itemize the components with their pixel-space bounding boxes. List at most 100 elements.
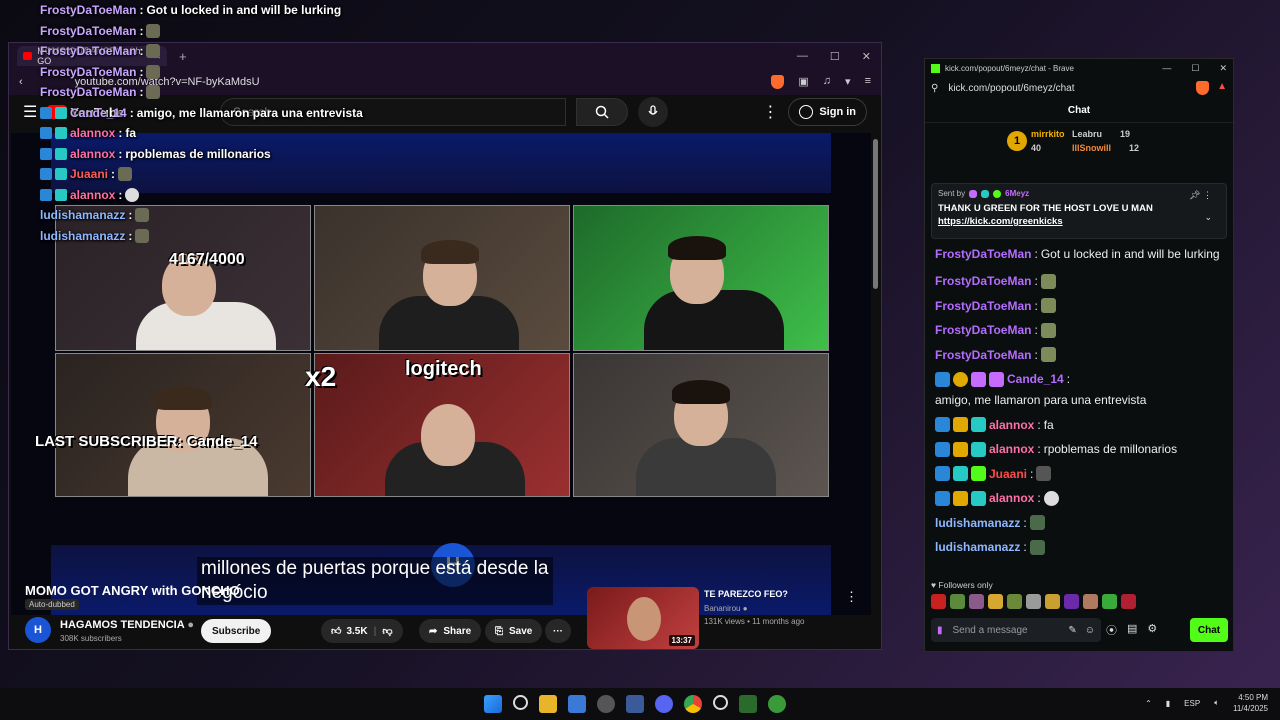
- chat-message-input[interactable]: ▮ Send a message ✎ ☺: [931, 618, 1101, 642]
- search-icon[interactable]: [513, 695, 528, 710]
- chrome-icon[interactable]: [684, 695, 702, 713]
- chevron-down-icon[interactable]: ⌄: [1204, 212, 1212, 223]
- maximize-icon[interactable]: ☐: [1191, 63, 1199, 74]
- chat-username[interactable]: Cande_14: [1007, 370, 1064, 388]
- microphone-icon[interactable]: ▮: [937, 625, 943, 636]
- pinned-sender-name[interactable]: 6Meyz: [1005, 189, 1029, 198]
- minimize-icon[interactable]: —: [797, 50, 808, 63]
- chat-message: alannox: rpoblemas de millonarios: [935, 440, 1227, 458]
- emote-icon[interactable]: [1007, 594, 1022, 609]
- recommended-thumbnail[interactable]: 13:37: [587, 587, 699, 649]
- xbox-icon[interactable]: [768, 695, 786, 713]
- gift-icon[interactable]: ▤: [1127, 622, 1137, 638]
- reader-icon[interactable]: ▣: [798, 75, 808, 89]
- minimize-icon[interactable]: —: [1162, 63, 1171, 74]
- emote-icon[interactable]: [1083, 594, 1098, 609]
- translate-icon[interactable]: ✎: [1068, 625, 1076, 636]
- chat-username[interactable]: FrostyDaToeMan: [935, 321, 1031, 339]
- chat-username[interactable]: alannox: [989, 440, 1034, 458]
- like-button[interactable]: 👍︎ 3.5K: [331, 625, 368, 638]
- chat-username[interactable]: ludishamanazz: [935, 538, 1020, 556]
- pin-icon[interactable]: 📌︎ ⋮: [1189, 190, 1212, 201]
- more-options-icon[interactable]: ⋮: [762, 102, 778, 122]
- maximize-icon[interactable]: ☐: [830, 50, 840, 63]
- sign-in-label: Sign in: [819, 106, 856, 118]
- share-button[interactable]: ➦ Share: [419, 619, 482, 643]
- auto-dubbed-badge: Auto-dubbed: [25, 599, 79, 610]
- back-icon[interactable]: ‹: [19, 76, 23, 88]
- show-hidden-icons-icon[interactable]: ⌃: [1145, 699, 1152, 708]
- hamburger-menu-icon[interactable]: ☰: [23, 102, 37, 122]
- badge-icon: [40, 147, 52, 160]
- store-icon[interactable]: [568, 695, 586, 713]
- overlay-sep: :: [139, 64, 144, 79]
- obs-icon[interactable]: [713, 695, 728, 710]
- recommended-channel[interactable]: Bananirou ●: [704, 604, 748, 613]
- app-icon[interactable]: [597, 695, 615, 713]
- url-text[interactable]: kick.com/popout/6meyz/chat: [948, 83, 1074, 94]
- close-icon[interactable]: ✕: [862, 50, 871, 63]
- file-explorer-icon[interactable]: [539, 695, 557, 713]
- page-scrollbar[interactable]: [873, 133, 878, 643]
- rewards-icon[interactable]: ▲: [1217, 81, 1227, 95]
- emote-icon[interactable]: [1121, 594, 1136, 609]
- discord-icon[interactable]: [655, 695, 673, 713]
- channel-name[interactable]: HAGAMOS TENDENCIA ●: [60, 619, 194, 631]
- microphone-icon[interactable]: ▮: [1166, 699, 1170, 708]
- chat-username[interactable]: FrostyDaToeMan: [935, 245, 1031, 263]
- extension-icon[interactable]: ▾: [845, 75, 851, 89]
- sign-in-button[interactable]: Sign in: [788, 98, 867, 126]
- emote-icon[interactable]: [1102, 594, 1117, 609]
- overlay-sep: :: [128, 228, 133, 243]
- leader-first-name[interactable]: mirrkito: [1031, 129, 1065, 139]
- chat-username[interactable]: ludishamanazz: [935, 514, 1020, 532]
- site-info-icon[interactable]: ⚲: [931, 83, 938, 94]
- emote-icon[interactable]: [969, 594, 984, 609]
- chat-username[interactable]: FrostyDaToeMan: [935, 297, 1031, 315]
- leader-second[interactable]: Leabru 19: [1072, 129, 1130, 139]
- more-actions-button[interactable]: ···: [545, 619, 571, 643]
- emote-icon[interactable]: [1026, 594, 1041, 609]
- scrollbar-thumb[interactable]: [873, 139, 878, 289]
- pinned-link[interactable]: https://kick.com/greenkicks: [938, 216, 1220, 227]
- settings-gear-icon[interactable]: ⚙: [1147, 622, 1157, 638]
- emote-icon[interactable]: [988, 594, 1003, 609]
- clock[interactable]: 4:50 PM 11/4/2025: [1233, 692, 1268, 714]
- chat-username[interactable]: alannox: [989, 416, 1034, 434]
- menu-icon[interactable]: ≡: [865, 75, 871, 89]
- search-button[interactable]: [576, 98, 629, 126]
- app-icon[interactable]: [626, 695, 644, 713]
- chat-username[interactable]: Juaani: [989, 465, 1027, 483]
- language-indicator[interactable]: ESP: [1184, 699, 1200, 708]
- pinned-message[interactable]: Sent by 6Meyz THANK U GREEN FOR THE HOST…: [931, 183, 1227, 239]
- emote-icon[interactable]: [1064, 594, 1079, 609]
- subscribe-button[interactable]: Subscribe: [201, 619, 272, 643]
- chat-username[interactable]: FrostyDaToeMan: [935, 346, 1031, 364]
- chat-username[interactable]: alannox: [989, 489, 1034, 507]
- recommended-menu-icon[interactable]: ⋮: [845, 589, 858, 605]
- channel-avatar[interactable]: H: [25, 617, 51, 643]
- emote-icon: [1040, 298, 1056, 313]
- send-chat-button[interactable]: Chat: [1190, 618, 1228, 642]
- leader-third[interactable]: IllSnowill 12: [1072, 143, 1139, 153]
- start-icon[interactable]: [484, 695, 502, 713]
- media-icon[interactable]: ♫: [823, 75, 831, 89]
- voice-search-button[interactable]: [638, 97, 669, 127]
- emote-icon[interactable]: [1045, 594, 1060, 609]
- close-icon[interactable]: ✕: [1219, 63, 1227, 74]
- chat-text: Got u locked in and will be lurking: [1040, 247, 1220, 261]
- volume-icon[interactable]: 🔈︎: [1214, 698, 1219, 708]
- app-icon[interactable]: [739, 695, 757, 713]
- save-button[interactable]: ⎘ Save: [485, 619, 543, 643]
- emote-icon[interactable]: [950, 594, 965, 609]
- brave-shield-icon[interactable]: [1196, 81, 1210, 95]
- chat-username[interactable]: FrostyDaToeMan: [935, 272, 1031, 290]
- dislike-button[interactable]: 👎︎: [382, 625, 392, 637]
- brave-shield-icon[interactable]: [771, 75, 785, 89]
- overlay-user: FrostyDaToeMan: [40, 3, 137, 18]
- overlay-user: Cande_14: [70, 105, 127, 120]
- recommended-title[interactable]: TE PAREZCO FEO?: [704, 589, 788, 599]
- kicks-icon[interactable]: ⦿: [1106, 622, 1117, 638]
- emoji-icon[interactable]: ☺: [1085, 625, 1095, 636]
- emote-icon[interactable]: [931, 594, 946, 609]
